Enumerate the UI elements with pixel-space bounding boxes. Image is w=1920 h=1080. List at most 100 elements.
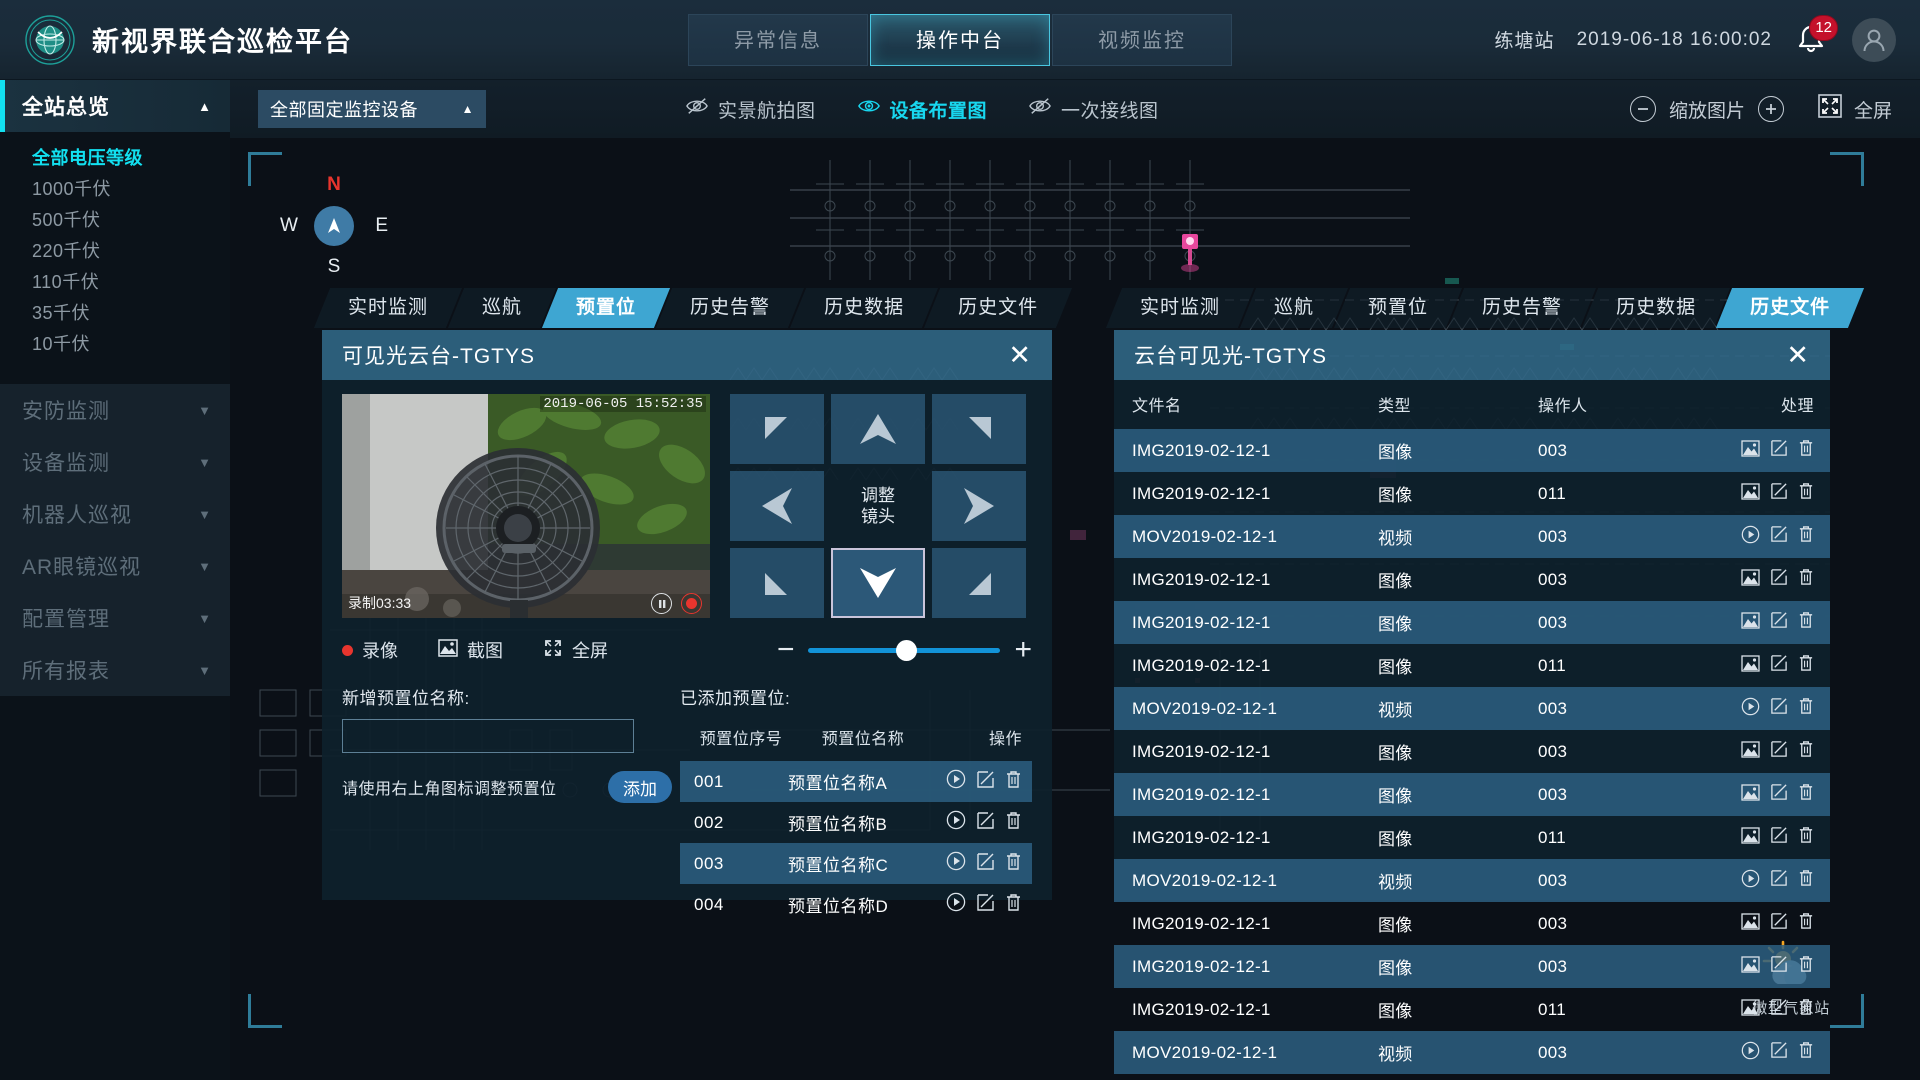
record-dot-icon[interactable] <box>681 593 702 614</box>
table-row[interactable]: IMG2019-02-12-1图像003 <box>1114 773 1830 816</box>
delete-icon[interactable] <box>1798 1041 1814 1059</box>
play-icon[interactable] <box>1741 525 1760 544</box>
image-icon[interactable] <box>1741 612 1760 629</box>
image-icon[interactable] <box>1741 569 1760 586</box>
add-preset-button[interactable]: 添加 <box>608 771 672 803</box>
header-tab-operation-center[interactable]: 操作中台 <box>870 13 1050 66</box>
delete-icon[interactable] <box>1798 826 1814 844</box>
zoom-out-button[interactable] <box>1629 96 1656 122</box>
play-icon[interactable] <box>946 892 966 912</box>
image-icon[interactable] <box>1741 784 1760 801</box>
table-row[interactable]: IMG2019-02-12-1图像003 <box>1114 558 1830 601</box>
image-icon[interactable] <box>1741 440 1760 457</box>
edit-icon[interactable] <box>976 811 995 830</box>
screenshot-button[interactable]: 截图 <box>438 637 503 663</box>
edit-icon[interactable] <box>1770 912 1788 930</box>
play-icon[interactable] <box>1741 869 1760 888</box>
table-row[interactable]: 003 预置位名称C <box>680 843 1032 884</box>
zoom-in-button[interactable] <box>1757 96 1784 122</box>
video-fullscreen-button[interactable]: 全屏 <box>543 637 608 663</box>
table-row[interactable]: MOV2019-02-12-1 视频 003 <box>1114 687 1830 730</box>
edit-icon[interactable] <box>1770 654 1788 672</box>
delete-icon[interactable] <box>1005 893 1022 912</box>
right-tab-cruise[interactable]: 巡航 <box>1239 288 1349 328</box>
delete-icon[interactable] <box>1798 611 1814 629</box>
play-icon[interactable] <box>946 810 966 830</box>
right-dialog-close-icon[interactable]: ✕ <box>1786 342 1810 369</box>
ptz-up-right-button[interactable] <box>932 394 1026 464</box>
delete-icon[interactable] <box>1005 852 1022 871</box>
view-toggle-aerial[interactable]: 实景航拍图 <box>686 96 816 123</box>
left-tab-history-data[interactable]: 历史数据 <box>789 288 939 328</box>
edit-icon[interactable] <box>1770 482 1788 500</box>
ptz-up-button[interactable] <box>831 394 925 464</box>
table-row[interactable]: MOV2019-02-12-1 视频 003 <box>1114 859 1830 902</box>
right-tab-preset[interactable]: 预置位 <box>1333 288 1463 328</box>
ptz-down-left-button[interactable] <box>730 548 824 618</box>
view-toggle-layout[interactable]: 设备布置图 <box>857 96 988 123</box>
sidebar-group-security[interactable]: 安防监测 ▼ <box>0 384 230 436</box>
ptz-right-button[interactable] <box>932 471 1026 541</box>
ptz-down-right-button[interactable] <box>932 548 1026 618</box>
notification-bell-button[interactable]: 12 <box>1794 14 1838 58</box>
table-row[interactable]: 002 预置位名称B <box>680 802 1032 843</box>
edit-icon[interactable] <box>1770 783 1788 801</box>
play-icon[interactable] <box>1741 1041 1760 1060</box>
left-tab-history-file[interactable]: 历史文件 <box>923 288 1073 328</box>
sidebar-group-reports[interactable]: 所有报表 ▼ <box>0 644 230 696</box>
table-row[interactable]: MOV2019-02-12-1 视频 003 <box>1114 1031 1830 1074</box>
sidebar-group-config[interactable]: 配置管理 ▼ <box>0 592 230 644</box>
left-tab-cruise[interactable]: 巡航 <box>447 288 557 328</box>
table-row[interactable]: IMG2019-02-12-1图像003 <box>1114 429 1830 472</box>
edit-icon[interactable] <box>1770 1041 1788 1059</box>
table-row[interactable]: IMG2019-02-12-1图像003 <box>1114 902 1830 945</box>
table-row[interactable]: IMG2019-02-12-1 图像 011 <box>1114 644 1830 687</box>
right-tab-realtime[interactable]: 实时监测 <box>1105 288 1255 328</box>
header-tab-video-monitor[interactable]: 视频监控 <box>1052 13 1232 66</box>
sidebar-item-500kv[interactable]: 500千伏 <box>0 203 230 234</box>
delete-icon[interactable] <box>1005 811 1022 830</box>
table-row[interactable]: IMG2019-02-12-1图像003 <box>1114 945 1830 988</box>
device-filter-select[interactable]: 全部固定监控设备 ▲ <box>258 90 486 128</box>
table-row[interactable]: IMG2019-02-12-1图像003 <box>1114 601 1830 644</box>
image-icon[interactable] <box>1741 483 1760 500</box>
table-row[interactable]: IMG2019-02-12-1 图像 011 <box>1114 472 1830 515</box>
delete-icon[interactable] <box>1798 482 1814 500</box>
edit-icon[interactable] <box>1770 568 1788 586</box>
slider-plus-button[interactable]: + <box>1014 635 1032 665</box>
delete-icon[interactable] <box>1798 439 1814 457</box>
edit-icon[interactable] <box>976 770 995 789</box>
left-tab-history-alarm[interactable]: 历史告警 <box>655 288 805 328</box>
delete-icon[interactable] <box>1798 869 1814 887</box>
fullscreen-control[interactable]: 全屏 <box>1818 94 1892 124</box>
image-icon[interactable] <box>1741 655 1760 672</box>
delete-icon[interactable] <box>1798 740 1814 758</box>
ptz-left-button[interactable] <box>730 471 824 541</box>
table-row[interactable]: 004 预置位名称D <box>680 884 1032 925</box>
sidebar-item-10kv[interactable]: 10千伏 <box>0 327 230 358</box>
header-tab-abnormal[interactable]: 异常信息 <box>688 13 868 66</box>
play-icon[interactable] <box>946 769 966 789</box>
image-icon[interactable] <box>1741 741 1760 758</box>
edit-icon[interactable] <box>1770 826 1788 844</box>
image-icon[interactable] <box>1741 956 1760 973</box>
delete-icon[interactable] <box>1798 568 1814 586</box>
right-tab-history-data[interactable]: 历史数据 <box>1581 288 1731 328</box>
edit-icon[interactable] <box>1770 697 1788 715</box>
view-toggle-wiring[interactable]: 一次接线图 <box>1029 96 1159 123</box>
edit-icon[interactable] <box>1770 998 1788 1016</box>
delete-icon[interactable] <box>1798 525 1814 543</box>
sidebar-item-all-voltage[interactable]: 全部电压等级 <box>0 141 230 172</box>
camera-video-feed[interactable]: 2019-06-05 15:52:35 录制03:33 <box>342 394 710 618</box>
edit-icon[interactable] <box>1770 740 1788 758</box>
right-tab-history-alarm[interactable]: 历史告警 <box>1447 288 1597 328</box>
edit-icon[interactable] <box>1770 525 1788 543</box>
table-row[interactable]: IMG2019-02-12-1 图像 011 <box>1114 816 1830 859</box>
zoom-slider[interactable] <box>808 639 1001 661</box>
sidebar-group-robot[interactable]: 机器人巡视 ▼ <box>0 488 230 540</box>
delete-icon[interactable] <box>1798 955 1814 973</box>
left-tab-realtime[interactable]: 实时监测 <box>313 288 463 328</box>
sidebar-item-220kv[interactable]: 220千伏 <box>0 234 230 265</box>
image-icon[interactable] <box>1741 827 1760 844</box>
ptz-down-button[interactable] <box>831 548 925 618</box>
